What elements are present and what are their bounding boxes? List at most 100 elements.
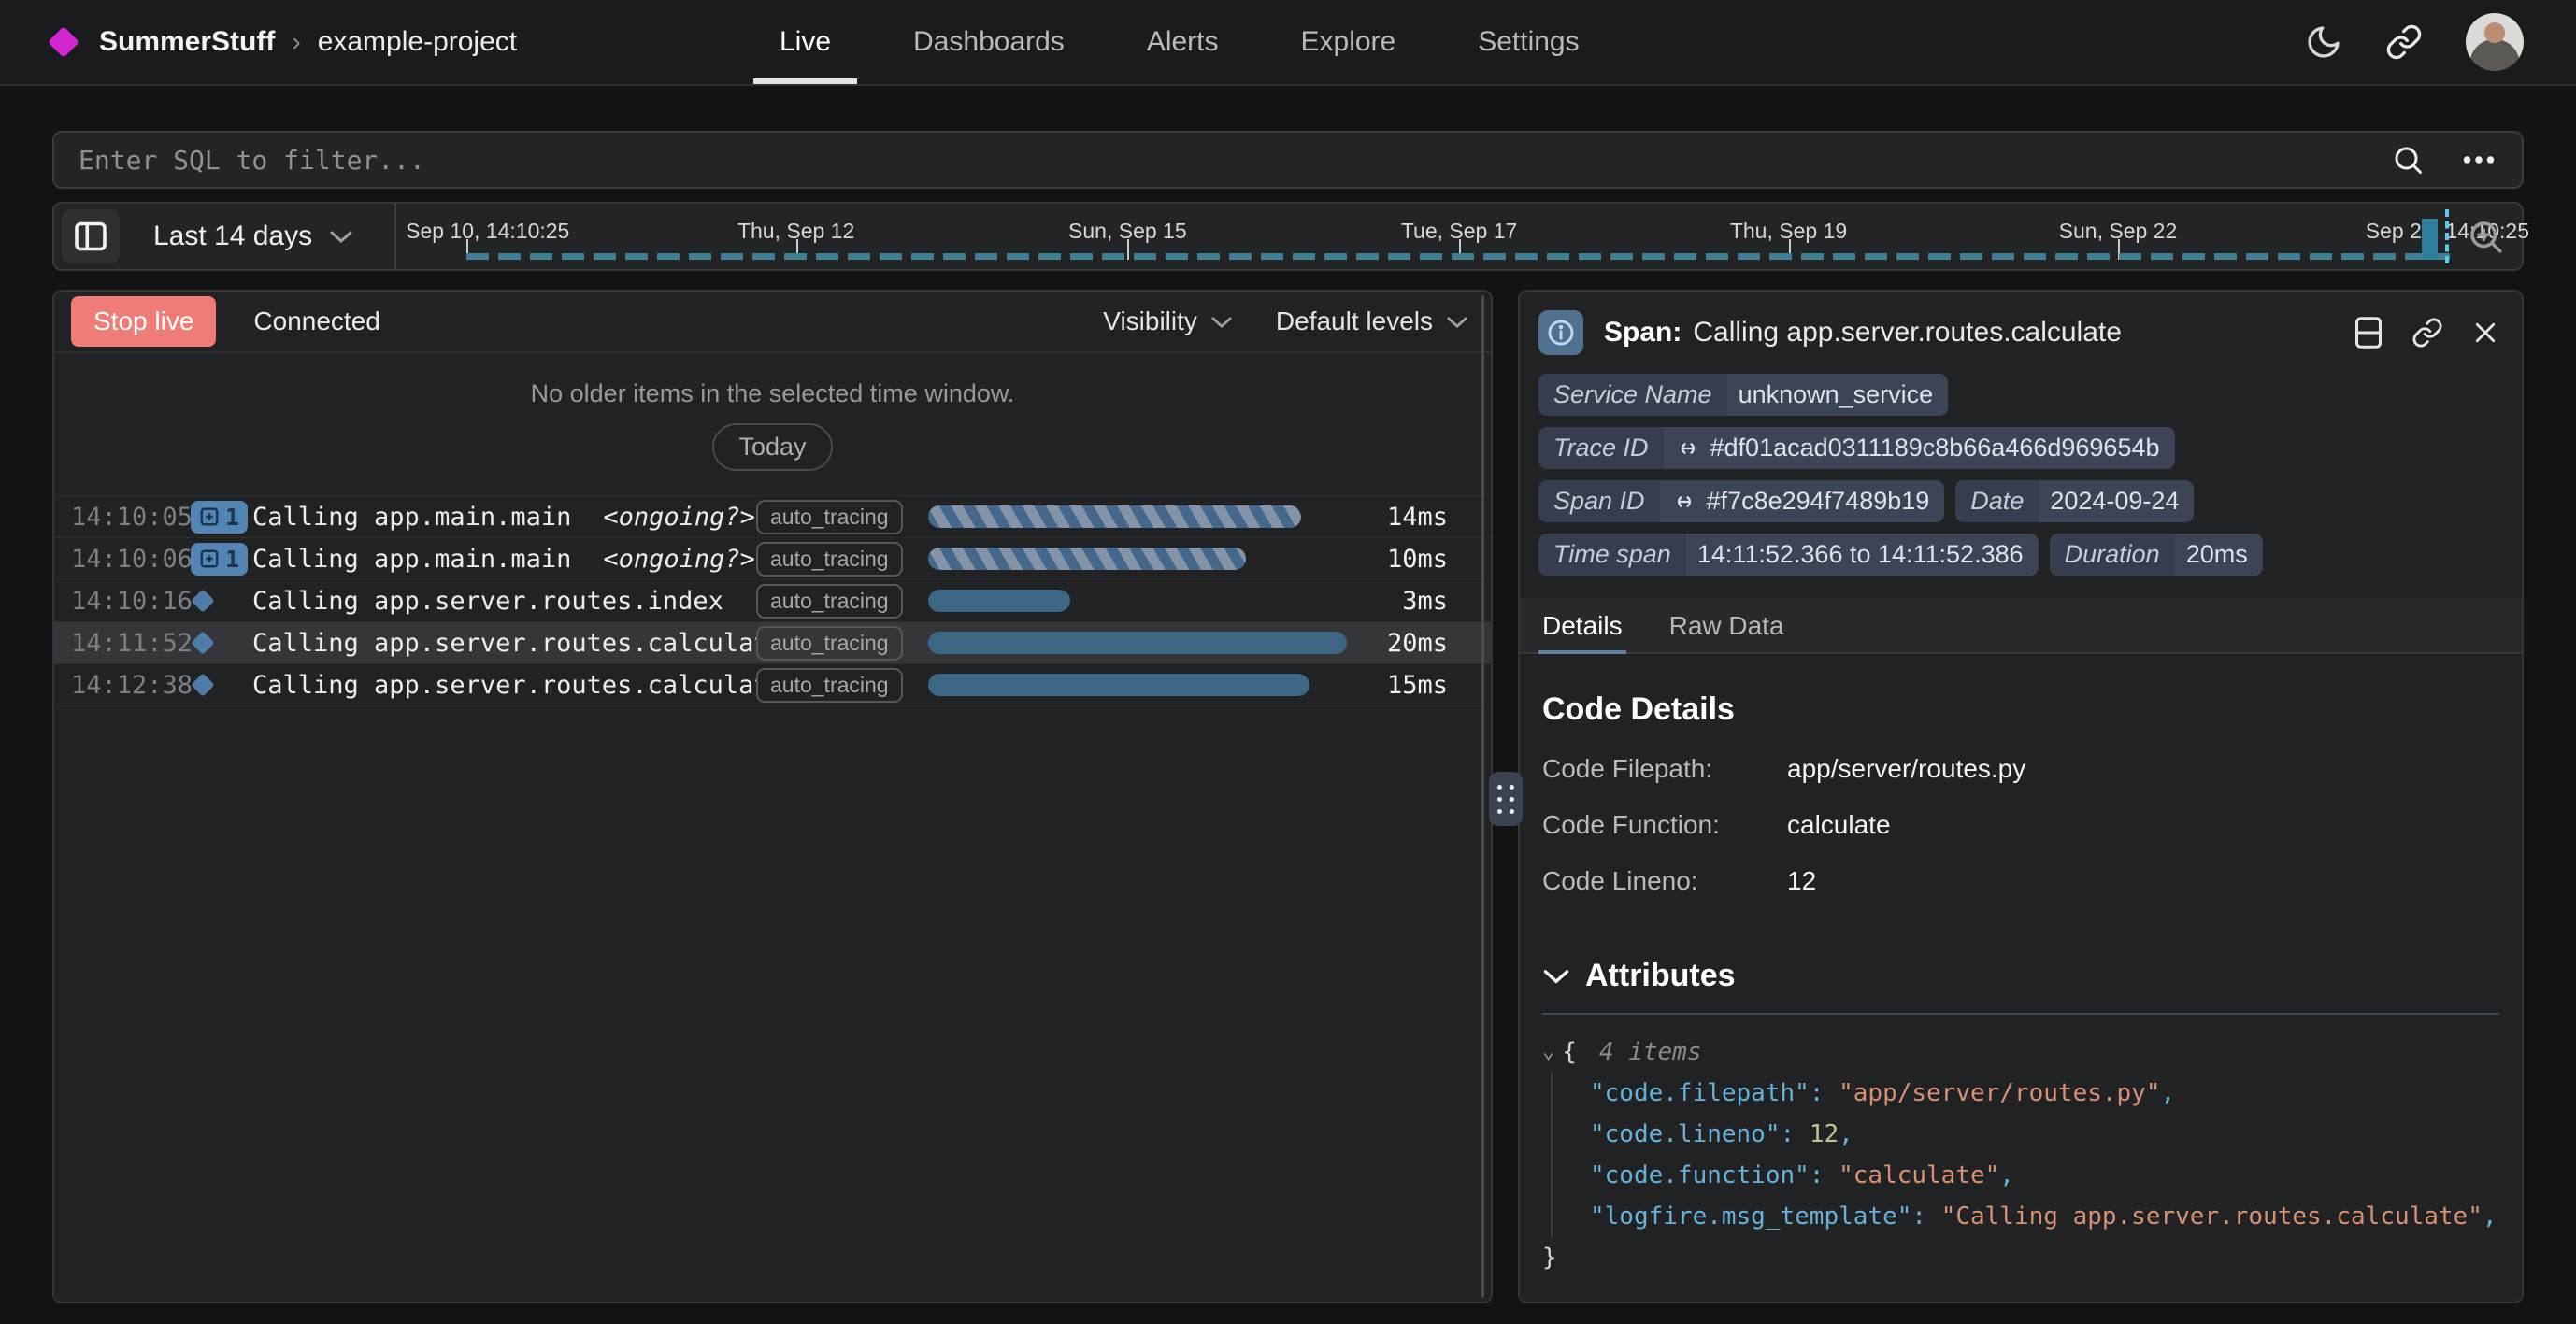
badge-label: Time span [1538,534,1686,576]
tab-raw-data[interactable]: Raw Data [1667,598,1786,652]
span-diamond-icon [191,589,214,612]
auto-tracing-tag[interactable]: auto_tracing [756,584,903,619]
span-count-badge[interactable]: 1 [191,501,248,534]
chevron-down-icon [329,229,353,244]
attributes-heading: Attributes [1585,958,1736,994]
kv-label: Code Lineno: [1542,866,1787,896]
copy-link-button[interactable] [2385,23,2423,61]
json-items-note: 4 items [1599,1032,1702,1073]
row-message: Calling app.server.routes.calculate [252,629,756,658]
log-row[interactable]: 14:10:05 1 Calling app.main.main<ongoing… [54,496,1491,538]
today-button[interactable]: Today [712,423,832,471]
badge-label: Duration [2050,534,2175,576]
badge-value: #f7c8e294f7489b19 [1707,487,1930,516]
timeline-current-cursor[interactable] [2445,209,2449,263]
close-icon [2471,319,2499,347]
live-view-panel: Stop live Connected Visibility Default l… [52,290,1493,1303]
live-view-header: Stop live Connected Visibility Default l… [54,292,1491,353]
child-span-count: 1 [225,546,239,573]
code-lineno-row: Code Lineno: 12 [1542,866,2499,896]
log-row-selected[interactable]: 14:11:52 Calling app.server.routes.calcu… [54,622,1491,664]
copy-span-link-button[interactable] [2411,317,2443,349]
code-details-heading: Code Details [1542,691,2499,728]
auto-tracing-tag[interactable]: auto_tracing [756,668,903,703]
attributes-toggle[interactable]: Attributes [1542,958,2499,994]
timeline[interactable]: Sep 10, 14:10:25 Sep 24, 14:10:25 Thu, S… [396,204,2522,269]
dark-mode-toggle[interactable] [2305,23,2342,61]
breadcrumb-org[interactable]: SummerStuff [99,26,275,58]
breadcrumb-project[interactable]: example-project [318,26,517,58]
duration-bar [928,674,1309,696]
nav-tabs: Live Dashboards Alerts Explore Settings [738,0,1621,84]
json-attribute-line: "logfire.msg_template": "Calling app.ser… [1590,1196,2499,1237]
tab-dashboards[interactable]: Dashboards [887,0,1091,84]
json-open-brace: { [1562,1032,1577,1073]
badge-value: 14:11:52.366 to 14:11:52.386 [1686,534,2039,576]
span-count-badge[interactable]: 1 [191,543,248,576]
time-range-dropdown[interactable]: Last 14 days [153,221,353,252]
log-row[interactable]: 14:10:16 Calling app.server.routes.index… [54,580,1491,622]
default-levels-dropdown[interactable]: Default levels [1276,306,1468,336]
connection-status: Connected [253,306,379,336]
kv-value: calculate [1787,810,1891,840]
badge-value: #df01acad0311189c8b66a466d969654b [1710,434,2160,463]
panel-resize-handle[interactable] [1489,772,1523,826]
span-title: Span:Calling app.server.routes.calculate [1604,317,2122,349]
stop-live-button[interactable]: Stop live [71,296,216,347]
chevron-down-icon [1210,315,1233,329]
badge-label: Trace ID [1538,427,1664,469]
row-duration: 14ms [1371,503,1448,532]
duration-bar [928,505,1301,528]
row-timestamp: 14:10:05 [71,503,191,532]
span-id-badge[interactable]: Span ID #f7c8e294f7489b19 [1538,480,1944,522]
badge-label: Service Name [1538,374,1727,416]
tab-settings[interactable]: Settings [1452,0,1605,84]
visibility-dropdown[interactable]: Visibility [1103,306,1233,336]
split-view-button[interactable] [2354,316,2383,349]
time-range-label: Last 14 days [153,221,312,252]
row-duration: 10ms [1371,545,1448,574]
trace-id-badge[interactable]: Trace ID #df01acad0311189c8b66a466d96965… [1538,427,2175,469]
user-avatar[interactable] [2466,13,2524,71]
row-message: Calling app.main.main [252,545,571,574]
span-meta-badges: Service Name unknown_service Trace ID #d… [1520,364,2522,591]
auto-tracing-tag[interactable]: auto_tracing [756,626,903,661]
row-duration: 20ms [1371,629,1448,658]
tab-alerts[interactable]: Alerts [1121,0,1245,84]
split-panel-icon [2354,316,2383,349]
json-attribute-line: "code.filepath": "app/server/routes.py", [1590,1073,2499,1114]
attributes-divider [1542,1013,2499,1015]
tab-explore[interactable]: Explore [1275,0,1423,84]
timeline-zoom-button[interactable] [2466,217,2505,256]
badge-value: unknown_service [1727,374,1949,416]
attributes-json: ⌄ { 4 items "code.filepath": "app/server… [1542,1032,2499,1278]
log-row[interactable]: 14:10:06 1 Calling app.main.main<ongoing… [54,538,1491,580]
code-filepath-row: Code Filepath: app/server/routes.py [1542,754,2499,784]
close-panel-button[interactable] [2471,319,2499,347]
link-icon [1675,437,1701,460]
span-diamond-icon [191,673,214,696]
json-collapse-icon[interactable]: ⌄ [1542,1032,1554,1073]
tab-live[interactable]: Live [753,0,857,84]
row-ongoing-suffix: <ongoing?> [603,545,755,574]
timeline-activity-baseline [466,253,2450,260]
row-duration: 15ms [1371,671,1448,700]
log-row[interactable]: 14:12:38 Calling app.server.routes.calcu… [54,664,1491,706]
search-button[interactable] [2391,143,2425,177]
row-message: Calling app.server.routes.calculate [252,671,756,700]
auto-tracing-tag[interactable]: auto_tracing [756,500,903,534]
log-rows: 14:10:05 1 Calling app.main.main <ongoing… [54,495,1491,706]
default-levels-label: Default levels [1276,306,1433,336]
search-icon [2391,143,2425,177]
filter-more-button[interactable] [2460,143,2497,177]
kv-label: Code Filepath: [1542,754,1787,784]
row-ongoing-suffix: <ongoing?> [603,503,755,532]
duration-bar [928,632,1347,654]
sql-filter-input[interactable] [79,145,2391,176]
json-close-brace: } [1542,1237,2499,1278]
auto-tracing-tag[interactable]: auto_tracing [756,542,903,577]
sidebar-toggle-button[interactable] [62,209,120,263]
info-icon [1538,310,1583,355]
tab-details[interactable]: Details [1540,598,1624,652]
badge-label: Span ID [1538,480,1660,522]
